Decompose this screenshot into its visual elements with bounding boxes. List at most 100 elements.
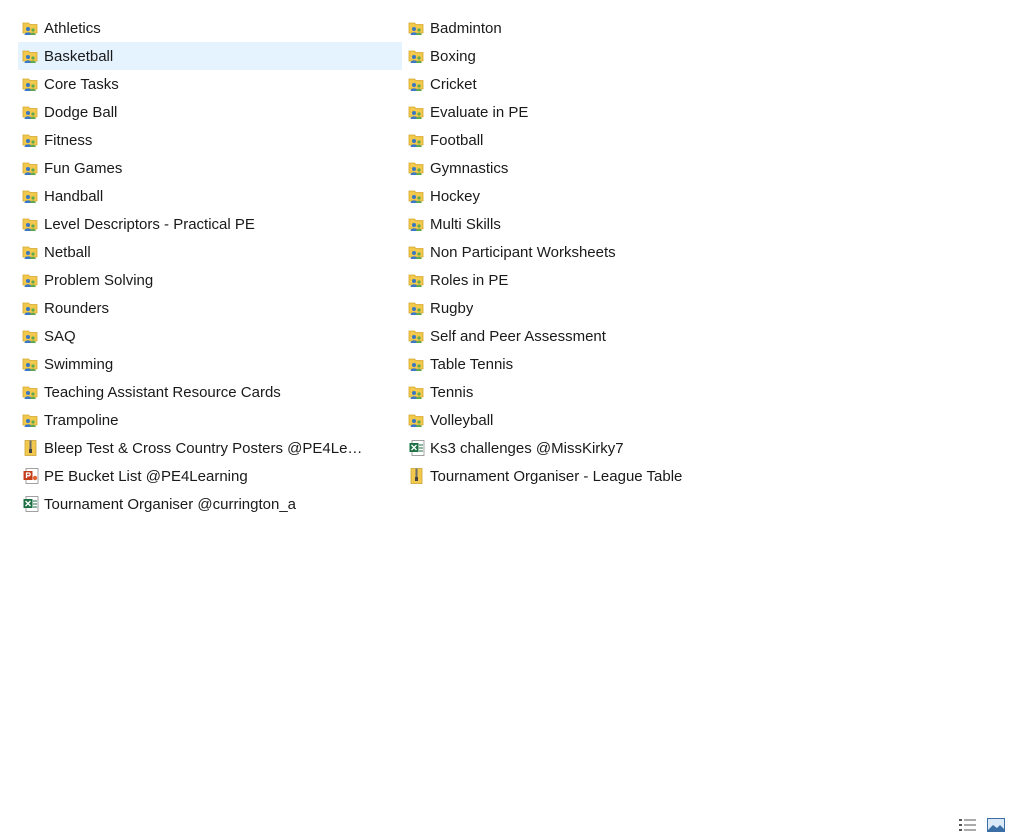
excel-file-icon <box>22 495 40 513</box>
file-item[interactable]: Basketball <box>18 42 402 70</box>
shared-folder-icon <box>22 75 40 93</box>
file-item-label: Teaching Assistant Resource Cards <box>44 383 281 401</box>
file-item-label: SAQ <box>44 327 76 345</box>
shared-folder-icon <box>408 271 426 289</box>
file-item[interactable]: PE Bucket List @PE4Learning <box>18 462 402 490</box>
file-item-label: Boxing <box>430 47 476 65</box>
zip-file-icon <box>22 439 40 457</box>
file-item[interactable]: Table Tennis <box>404 350 788 378</box>
file-item-label: Table Tennis <box>430 355 514 373</box>
file-item[interactable]: Roles in PE <box>404 266 788 294</box>
shared-folder-icon <box>408 243 426 261</box>
details-view-icon[interactable] <box>958 817 978 833</box>
file-item[interactable]: Netball <box>18 238 402 266</box>
file-item-label: Basketball <box>44 47 114 65</box>
file-item-label: Gymnastics <box>430 159 509 177</box>
file-item[interactable]: Boxing <box>404 42 788 70</box>
file-item[interactable]: Tournament Organiser @currington_a <box>18 490 402 518</box>
shared-folder-icon <box>22 103 40 121</box>
file-item[interactable]: Dodge Ball <box>18 98 402 126</box>
file-item[interactable]: Fitness <box>18 126 402 154</box>
shared-folder-icon <box>408 47 426 65</box>
file-item-label: Rugby <box>430 299 474 317</box>
file-item[interactable]: Rounders <box>18 294 402 322</box>
file-item[interactable]: Multi Skills <box>404 210 788 238</box>
file-item[interactable]: Gymnastics <box>404 154 788 182</box>
file-item-label: Swimming <box>44 355 114 373</box>
file-list: Athletics Basketball Core Tasks Dodge Ball F… <box>18 14 788 518</box>
file-item[interactable]: Core Tasks <box>18 70 402 98</box>
file-item-label: Trampoline <box>44 411 119 429</box>
file-item[interactable]: Badminton <box>404 14 788 42</box>
file-item[interactable]: Teaching Assistant Resource Cards <box>18 378 402 406</box>
file-item-label: Core Tasks <box>44 75 119 93</box>
file-item-label: Evaluate in PE <box>430 103 529 121</box>
file-item-label: Problem Solving <box>44 271 154 289</box>
file-item-label: Athletics <box>44 19 101 37</box>
file-item-label: Football <box>430 131 484 149</box>
file-item-label: Cricket <box>430 75 477 93</box>
shared-folder-icon <box>408 159 426 177</box>
file-item-label: Self and Peer Assessment <box>430 327 606 345</box>
file-item[interactable]: SAQ <box>18 322 402 350</box>
file-item-label: Badminton <box>430 19 502 37</box>
shared-folder-icon <box>22 131 40 149</box>
file-item[interactable]: Volleyball <box>404 406 788 434</box>
shared-folder-icon <box>22 299 40 317</box>
shared-folder-icon <box>408 131 426 149</box>
file-item-label: Multi Skills <box>430 215 501 233</box>
file-item[interactable]: Self and Peer Assessment <box>404 322 788 350</box>
file-item-label: Fitness <box>44 131 93 149</box>
file-item[interactable]: Hockey <box>404 182 788 210</box>
shared-folder-icon <box>408 327 426 345</box>
file-item-label: Fun Games <box>44 159 123 177</box>
file-item-label: Roles in PE <box>430 271 509 289</box>
shared-folder-icon <box>408 299 426 317</box>
file-item[interactable]: Swimming <box>18 350 402 378</box>
file-item[interactable]: Handball <box>18 182 402 210</box>
file-item[interactable]: Problem Solving <box>18 266 402 294</box>
file-item[interactable]: Tennis <box>404 378 788 406</box>
file-item[interactable]: Football <box>404 126 788 154</box>
file-item-label: Non Participant Worksheets <box>430 243 616 261</box>
shared-folder-icon <box>408 19 426 37</box>
shared-folder-icon <box>22 327 40 345</box>
file-item-label: Tennis <box>430 383 474 401</box>
large-icons-view-icon[interactable] <box>986 817 1006 833</box>
shared-folder-icon <box>22 243 40 261</box>
shared-folder-icon <box>408 75 426 93</box>
file-item[interactable]: Evaluate in PE <box>404 98 788 126</box>
file-item-label: Level Descriptors - Practical PE <box>44 215 255 233</box>
shared-folder-icon <box>22 355 40 373</box>
file-item-label: PE Bucket List @PE4Learning <box>44 467 248 485</box>
file-item[interactable]: Fun Games <box>18 154 402 182</box>
shared-folder-icon <box>22 159 40 177</box>
file-item-label: Volleyball <box>430 411 494 429</box>
file-item[interactable]: Trampoline <box>18 406 402 434</box>
file-item[interactable]: Non Participant Worksheets <box>404 238 788 266</box>
view-toggles <box>958 817 1006 833</box>
shared-folder-icon <box>408 187 426 205</box>
file-item[interactable]: Ks3 challenges @MissKirky7 <box>404 434 788 462</box>
file-item[interactable]: Tournament Organiser - League Table <box>404 462 788 490</box>
file-item[interactable]: Cricket <box>404 70 788 98</box>
file-item-label: Tournament Organiser @currington_a <box>44 495 297 513</box>
shared-folder-icon <box>408 103 426 121</box>
file-item[interactable]: Bleep Test & Cross Country Posters @PE4L… <box>18 434 402 462</box>
file-item[interactable]: Athletics <box>18 14 402 42</box>
shared-folder-icon <box>22 215 40 233</box>
shared-folder-icon <box>408 383 426 401</box>
zip-file-icon <box>408 467 426 485</box>
shared-folder-icon <box>22 187 40 205</box>
shared-folder-icon <box>22 19 40 37</box>
file-item-label: Dodge Ball <box>44 103 118 121</box>
file-item-label: Tournament Organiser - League Table <box>430 467 683 485</box>
powerpoint-file-icon <box>22 467 40 485</box>
file-item-label: Ks3 challenges @MissKirky7 <box>430 439 624 457</box>
file-item-label: Hockey <box>430 187 481 205</box>
file-item[interactable]: Level Descriptors - Practical PE <box>18 210 402 238</box>
file-item[interactable]: Rugby <box>404 294 788 322</box>
file-item-label: Rounders <box>44 299 110 317</box>
file-item-label: Netball <box>44 243 91 261</box>
shared-folder-icon <box>22 383 40 401</box>
